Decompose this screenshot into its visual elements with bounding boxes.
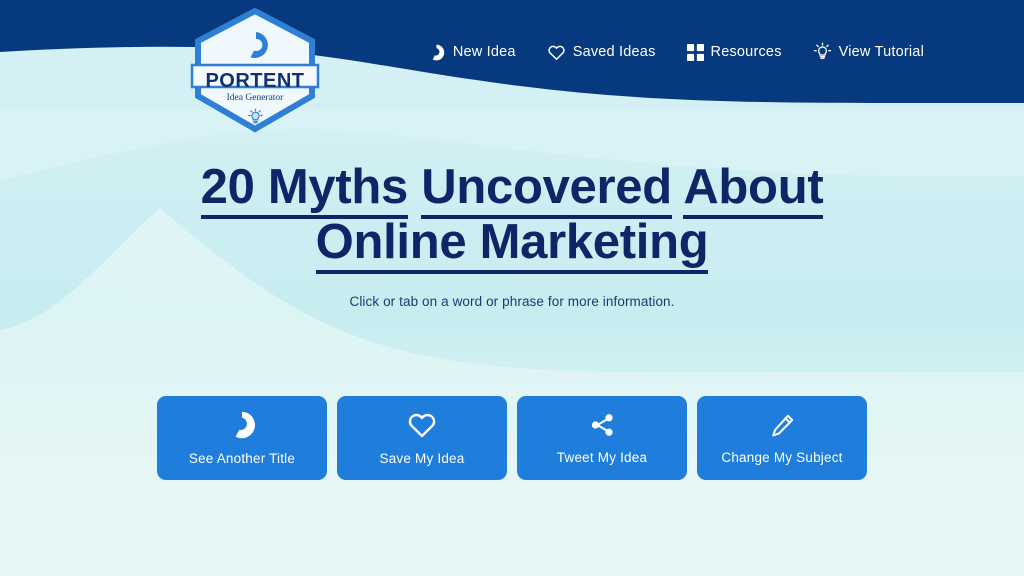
heart-icon: [407, 410, 437, 440]
idea-title-section: 20 Myths Uncovered About Online Marketin…: [0, 160, 1024, 309]
change-my-subject-button[interactable]: Change My Subject: [697, 396, 867, 480]
nav-label: View Tutorial: [838, 44, 924, 60]
nav-item-view-tutorial[interactable]: View Tutorial: [813, 42, 924, 62]
portent-ring-icon: [250, 32, 268, 58]
title-phrase-2[interactable]: Uncovered: [421, 160, 672, 219]
button-label: Change My Subject: [721, 449, 843, 465]
nav-label: Saved Ideas: [572, 44, 656, 60]
lightbulb-icon: [248, 108, 263, 124]
grid-icon: [686, 43, 704, 61]
nav-label: Resources: [710, 44, 782, 60]
refresh-ring-icon: [227, 410, 257, 440]
nav-item-resources[interactable]: Resources: [686, 43, 782, 61]
see-another-title-button[interactable]: See Another Title: [157, 396, 327, 480]
nav-item-saved-ideas[interactable]: Saved Ideas: [547, 43, 656, 62]
main-navigation: New Idea Saved Ideas Resources View Tuto…: [0, 38, 1024, 66]
page-title: 20 Myths Uncovered About Online Marketin…: [0, 160, 1024, 274]
nav-item-new-idea[interactable]: New Idea: [427, 43, 516, 62]
portent-logo-badge[interactable]: PORTENT Idea Generator: [190, 8, 320, 133]
nav-label: New Idea: [452, 44, 516, 60]
button-label: Save My Idea: [379, 451, 465, 466]
save-my-idea-button[interactable]: Save My Idea: [337, 396, 507, 480]
heart-icon: [547, 43, 566, 62]
tweet-my-idea-button[interactable]: Tweet My Idea: [517, 396, 687, 480]
title-instruction-text: Click or tab on a word or phrase for mor…: [349, 294, 675, 309]
pencil-icon: [769, 412, 796, 439]
share-icon: [588, 411, 616, 439]
logo-wordmark: PORTENT: [205, 70, 305, 92]
refresh-ring-icon: [427, 43, 446, 62]
button-label: Tweet My Idea: [556, 450, 648, 465]
action-button-bar: See Another Title Save My Idea Tweet My …: [0, 396, 1024, 480]
logo-tagline: Idea Generator: [226, 93, 284, 103]
lightbulb-rays-icon: [813, 42, 832, 62]
title-phrase-1[interactable]: 20 Myths: [200, 160, 408, 219]
button-label: See Another Title: [188, 451, 296, 466]
